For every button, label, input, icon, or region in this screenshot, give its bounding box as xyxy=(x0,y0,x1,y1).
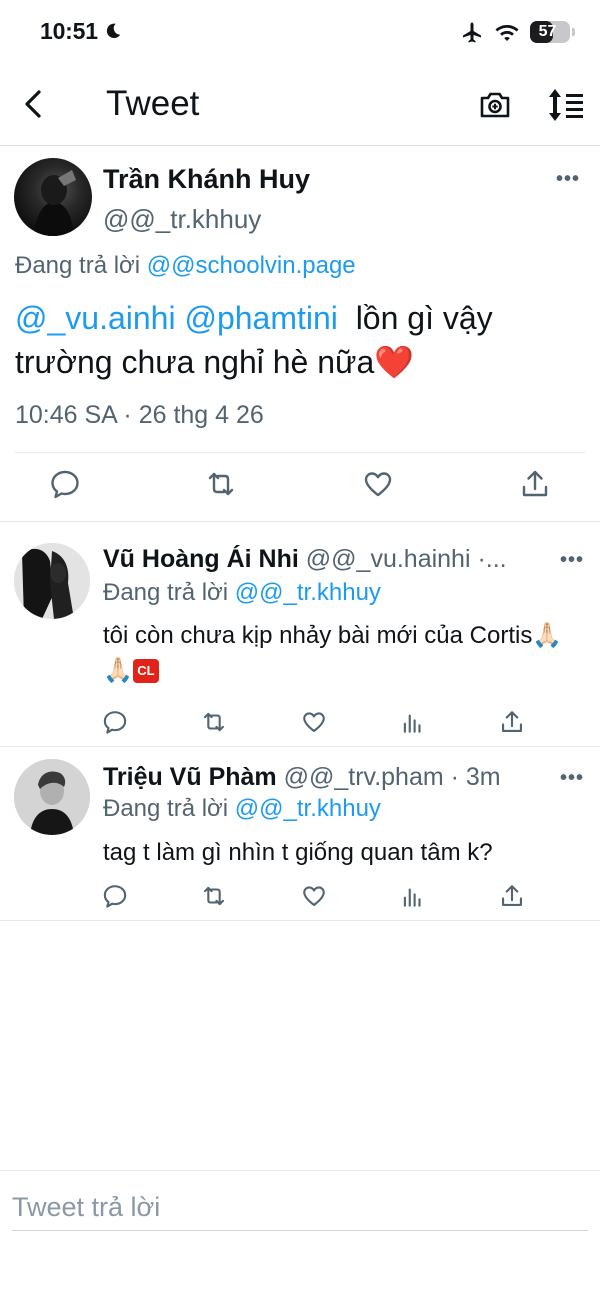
reply-icon[interactable] xyxy=(102,709,128,735)
views-icon[interactable] xyxy=(400,709,426,735)
tweet-actions xyxy=(0,883,600,913)
tweet-text: tôi còn chưa kịp nhảy bài mới của Cortis… xyxy=(103,618,563,688)
author-handle[interactable]: @@_trv.pham · 3m xyxy=(284,763,501,791)
replying-prefix: Đang trả lời xyxy=(15,252,141,279)
author-handle[interactable]: @@_tr.khhuy xyxy=(103,204,261,235)
retweet-icon[interactable] xyxy=(205,468,237,500)
replying-to: Đang trả lời @@_tr.khhuy xyxy=(103,579,381,607)
like-icon[interactable] xyxy=(301,709,327,735)
avatar[interactable] xyxy=(14,543,90,619)
more-options-icon[interactable]: ••• xyxy=(560,767,584,790)
camera-icon[interactable] xyxy=(478,88,512,122)
reply-header: Vũ Hoàng Ái Nhi @@_vu.hainhi ·... xyxy=(103,545,543,574)
tweet-body: tôi còn chưa kịp nhảy bài mới của Cortis xyxy=(103,622,533,649)
cl-badge: CL xyxy=(132,659,159,683)
replying-to-link[interactable]: @@schoolvin.page xyxy=(147,252,356,279)
tweet-text: tag t làm gì nhìn t giống quan tâm k? xyxy=(103,835,563,870)
mention-link[interactable]: @phamtini xyxy=(184,300,337,336)
share-icon[interactable] xyxy=(499,883,525,909)
avatar-image xyxy=(14,543,90,619)
retweet-icon[interactable] xyxy=(201,883,227,909)
tweet-timestamp: 10:46 SA · 26 thg 4 26 xyxy=(15,401,264,429)
replying-to: Đang trả lời @@schoolvin.page xyxy=(15,252,356,280)
more-options-icon[interactable]: ••• xyxy=(556,168,580,191)
author-name[interactable]: Vũ Hoàng Ái Nhi xyxy=(103,545,299,573)
replying-to-link[interactable]: @@_tr.khhuy xyxy=(235,579,381,606)
divider xyxy=(15,452,585,453)
more-options-icon[interactable]: ••• xyxy=(560,549,584,572)
mention-link[interactable]: @_vu.ainhi xyxy=(15,300,176,336)
avatar[interactable] xyxy=(14,759,90,835)
retweet-icon[interactable] xyxy=(201,709,227,735)
replying-prefix: Đang trả lời xyxy=(103,579,229,606)
tweet-text: @_vu.ainhi @phamtini lồn gì vậy trường c… xyxy=(15,296,585,384)
avatar[interactable] xyxy=(14,158,92,236)
main-tweet: Trần Khánh Huy @@_tr.khhuy ••• Đang trả … xyxy=(0,146,600,522)
heart-emoji: ❤️ xyxy=(374,343,415,381)
reply-input[interactable] xyxy=(12,1185,588,1231)
replying-to: Đang trả lời @@_tr.khhuy xyxy=(103,795,381,823)
tweet-actions xyxy=(0,468,600,508)
replying-to-link[interactable]: @@_tr.khhuy xyxy=(235,795,381,822)
avatar-image xyxy=(34,170,76,236)
avatar-image xyxy=(14,759,90,835)
battery-indicator: 57 xyxy=(530,21,575,43)
reply-icon[interactable] xyxy=(49,468,81,500)
like-icon[interactable] xyxy=(362,468,394,500)
status-icons: 57 xyxy=(460,20,575,44)
moon-icon xyxy=(106,23,121,39)
share-icon[interactable] xyxy=(499,709,525,735)
views-icon[interactable] xyxy=(400,883,426,909)
share-icon[interactable] xyxy=(519,468,551,500)
author-name[interactable]: Triệu Vũ Phàm xyxy=(103,763,277,791)
tweet-actions xyxy=(0,709,600,739)
nav-bar: Tweet xyxy=(0,64,600,146)
status-bar: 10:51 57 xyxy=(0,0,600,64)
author-name[interactable]: Trần Khánh Huy xyxy=(103,164,310,195)
tweet-body: tag t làm gì nhìn t giống quan tâm k? xyxy=(103,839,493,866)
battery-level: 57 xyxy=(538,23,557,40)
author-handle[interactable]: @@_vu.hainhi ·... xyxy=(306,545,507,573)
like-icon[interactable] xyxy=(301,883,327,909)
back-arrow-icon[interactable] xyxy=(14,84,54,124)
reply-tweet[interactable]: Vũ Hoàng Ái Nhi @@_vu.hainhi ·... ••• Đa… xyxy=(0,523,600,747)
reply-composer xyxy=(0,1170,600,1246)
replying-prefix: Đang trả lời xyxy=(103,795,229,822)
reply-tweet[interactable]: Triệu Vũ Phàm @@_trv.pham · 3m ••• Đang … xyxy=(0,747,600,921)
status-time: 10:51 xyxy=(40,18,98,44)
wifi-icon xyxy=(495,25,519,41)
airplane-icon xyxy=(463,22,481,43)
reply-icon[interactable] xyxy=(102,883,128,909)
page-title: Tweet xyxy=(106,84,200,123)
reply-header: Triệu Vũ Phàm @@_trv.pham · 3m xyxy=(103,763,543,792)
battery-cap xyxy=(572,28,575,36)
sort-icon[interactable] xyxy=(546,86,586,124)
